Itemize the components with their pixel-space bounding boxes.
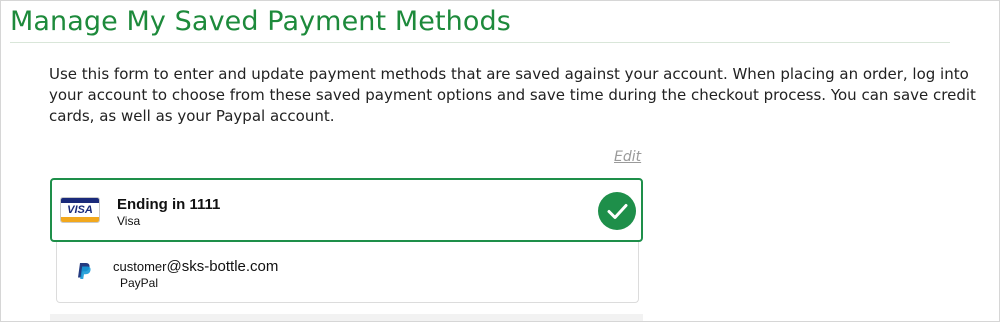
- card-type: Visa: [117, 214, 141, 228]
- visa-card-icon: VISA: [60, 197, 100, 223]
- card-title: Ending in 1111: [117, 196, 221, 213]
- title-divider: [10, 42, 950, 43]
- paypal-account: customer@sks-bottle.com: [113, 258, 278, 276]
- page-title: Manage My Saved Payment Methods: [10, 6, 511, 37]
- edit-link[interactable]: Edit: [614, 149, 641, 165]
- paypal-account-domain: @sks-bottle.com: [166, 258, 279, 275]
- intro-text: Use this form to enter and update paymen…: [49, 65, 976, 125]
- paypal-type: PayPal: [120, 276, 159, 290]
- payment-method-paypal[interactable]: customer@sks-bottle.com PayPal: [56, 242, 639, 303]
- paypal-account-user: customer: [113, 259, 167, 274]
- selected-check-icon: [598, 192, 636, 230]
- paypal-icon: [78, 263, 91, 279]
- next-card-edge: [50, 314, 643, 321]
- payment-method-visa[interactable]: VISA Ending in 1111 Visa: [50, 178, 643, 242]
